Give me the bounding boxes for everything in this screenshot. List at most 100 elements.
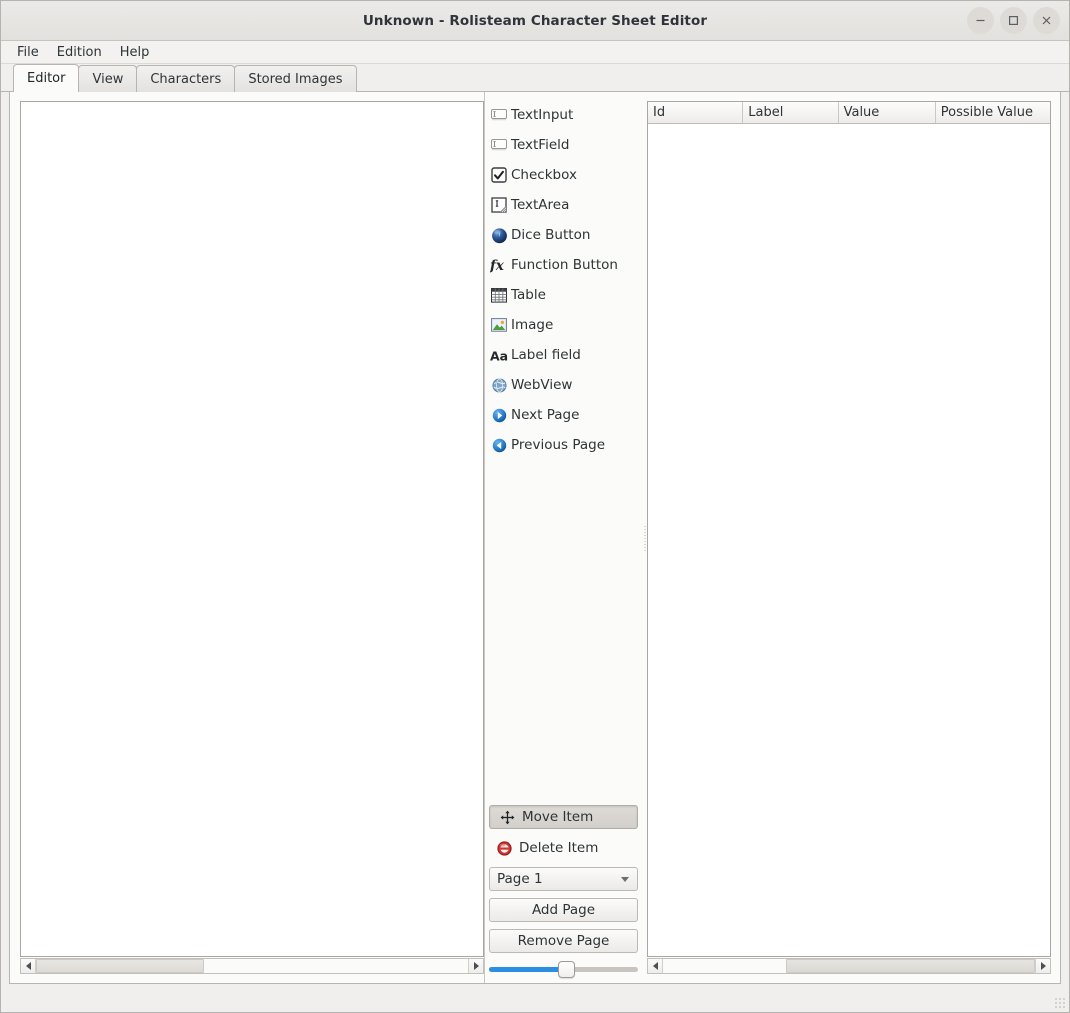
minimize-button[interactable]: [967, 7, 994, 34]
menu-item-file[interactable]: File: [9, 43, 47, 62]
sheet-canvas[interactable]: [20, 101, 484, 957]
palette-item-label: TextField: [511, 137, 570, 153]
window-controls: [967, 1, 1060, 40]
canvas-horizontal-scrollbar[interactable]: [20, 958, 484, 974]
table-column-header-possible-value[interactable]: Possible Value: [936, 102, 1050, 123]
palette-item-label: Next Page: [511, 407, 580, 423]
palette-item-checkbox[interactable]: Checkbox: [485, 160, 642, 190]
palette-item-next-page[interactable]: Next Page: [485, 400, 642, 430]
palette-item-label: TextInput: [511, 107, 574, 123]
canvas-scroll-left-button[interactable]: [21, 959, 36, 973]
palette-item-table[interactable]: Table: [485, 280, 642, 310]
table-column-header-label[interactable]: Label: [743, 102, 839, 123]
palette-item-label: Function Button: [511, 257, 618, 273]
page-select[interactable]: Page 1: [489, 867, 638, 891]
tab-editor[interactable]: Editor: [13, 64, 80, 93]
delete-icon: [495, 839, 513, 857]
palette-item-textinput[interactable]: TextInput: [485, 100, 642, 130]
table-icon: [490, 286, 508, 304]
palette-action-buttons: Move Item Delete Item Page 1 Add Page Re…: [485, 799, 642, 959]
page-select-value: Page 1: [497, 871, 543, 887]
title-bar[interactable]: Unknown - Rolisteam Character Sheet Edit…: [1, 1, 1069, 41]
menu-item-help[interactable]: Help: [112, 43, 158, 62]
close-button[interactable]: [1033, 7, 1060, 34]
palette-item-label: Dice Button: [511, 227, 591, 243]
palette-item-webview[interactable]: WebView: [485, 370, 642, 400]
palette-item-label: Image: [511, 317, 554, 333]
table-body[interactable]: [648, 124, 1050, 956]
scroll-left-arrow-icon: [25, 962, 31, 970]
svg-text:fx: fx: [490, 258, 505, 273]
palette-item-label: TextArea: [511, 197, 570, 213]
sheet-canvas-pane: [10, 92, 484, 983]
scroll-right-arrow-icon: [473, 962, 479, 970]
chevron-down-icon: [621, 877, 629, 882]
status-bar: [1, 984, 1069, 1012]
text-input-icon: [490, 106, 508, 124]
palette-item-label: Checkbox: [511, 167, 577, 183]
canvas-scroll-thumb[interactable]: [36, 959, 205, 973]
zoom-slider-fill: [489, 966, 567, 972]
palette-item-label: WebView: [511, 377, 573, 393]
main-window: Unknown - Rolisteam Character Sheet Edit…: [0, 0, 1070, 1013]
move-icon: [498, 808, 516, 826]
pane-splitter[interactable]: [642, 92, 647, 983]
palette-item-image[interactable]: Image: [485, 310, 642, 340]
table-scroll-right-button[interactable]: [1035, 959, 1050, 973]
tab-characters[interactable]: Characters: [136, 65, 236, 92]
delete-item-label: Delete Item: [519, 840, 599, 856]
canvas-scroll-right-button[interactable]: [468, 959, 483, 973]
move-item-button[interactable]: Move Item: [489, 805, 638, 829]
resize-grip-icon[interactable]: [1054, 997, 1066, 1009]
palette-item-label-field[interactable]: Aa Label field: [485, 340, 642, 370]
maximize-button[interactable]: [1000, 7, 1027, 34]
remove-page-button[interactable]: Remove Page: [489, 929, 638, 953]
palette-item-textarea[interactable]: TextArea: [485, 190, 642, 220]
function-button-icon: fx: [490, 256, 508, 274]
table-horizontal-scrollbar[interactable]: [647, 958, 1051, 974]
zoom-slider[interactable]: [489, 960, 638, 978]
remove-page-label: Remove Page: [517, 933, 610, 949]
editor-tab-panel: TextInput TextField Checkbox TextArea Di…: [9, 92, 1061, 984]
dice-button-icon: [490, 226, 508, 244]
image-icon: [490, 316, 508, 334]
table-scroll-thumb[interactable]: [785, 959, 1035, 973]
table-column-header-value[interactable]: Value: [839, 102, 936, 123]
previous-page-icon: [490, 436, 508, 454]
palette-item-textfield[interactable]: TextField: [485, 130, 642, 160]
widget-palette-list[interactable]: TextInput TextField Checkbox TextArea Di…: [485, 92, 642, 799]
palette-item-function-button[interactable]: fx Function Button: [485, 250, 642, 280]
text-field-icon: [490, 136, 508, 154]
svg-text:Aa: Aa: [490, 348, 508, 363]
palette-item-label: Label field: [511, 347, 581, 363]
zoom-slider-row: [485, 959, 642, 979]
tab-stored-images[interactable]: Stored Images: [234, 65, 357, 92]
menu-item-edition[interactable]: Edition: [49, 43, 110, 62]
add-page-button[interactable]: Add Page: [489, 898, 638, 922]
zoom-slider-handle[interactable]: [558, 960, 576, 978]
canvas-scroll-track[interactable]: [36, 959, 468, 973]
tab-view[interactable]: View: [78, 65, 138, 92]
palette-item-previous-page[interactable]: Previous Page: [485, 430, 642, 460]
splitter-grip-icon: [643, 524, 646, 551]
table-column-header-id[interactable]: Id: [648, 102, 744, 123]
delete-item-button[interactable]: Delete Item: [489, 836, 638, 860]
label-field-icon: Aa: [490, 346, 508, 364]
checkbox-icon: [490, 166, 508, 184]
webview-icon: [490, 376, 508, 394]
table-scroll-track[interactable]: [663, 959, 1035, 973]
fields-table-pane: Id Label Value Possible Value: [647, 92, 1060, 983]
palette-item-label: Previous Page: [511, 437, 606, 453]
table-scroll-left-button[interactable]: [648, 959, 663, 973]
menu-bar: File Edition Help: [1, 41, 1069, 64]
scroll-right-arrow-icon: [1040, 962, 1046, 970]
window-title: Unknown - Rolisteam Character Sheet Edit…: [362, 12, 708, 29]
scroll-left-arrow-icon: [652, 962, 658, 970]
widget-palette-pane: TextInput TextField Checkbox TextArea Di…: [484, 92, 642, 983]
tab-bar: Editor View Characters Stored Images: [1, 64, 1069, 93]
splitter-panes: TextInput TextField Checkbox TextArea Di…: [10, 92, 1060, 983]
palette-item-dice-button[interactable]: Dice Button: [485, 220, 642, 250]
palette-item-label: Table: [511, 287, 546, 303]
next-page-icon: [490, 406, 508, 424]
fields-table[interactable]: Id Label Value Possible Value: [647, 101, 1051, 957]
